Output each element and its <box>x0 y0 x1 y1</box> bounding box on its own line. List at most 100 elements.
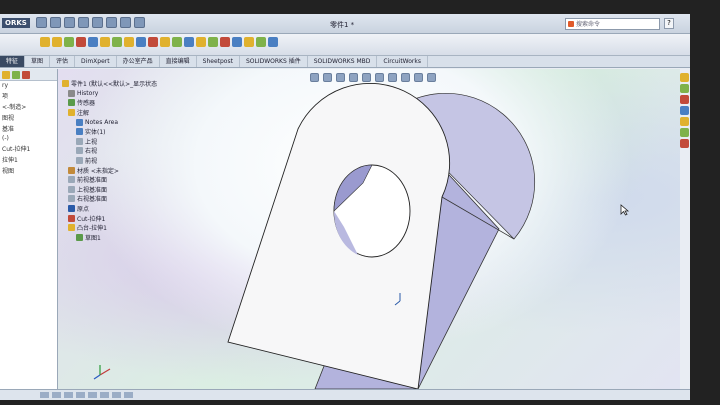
view-palette-icon[interactable] <box>680 106 689 115</box>
section-view-icon[interactable] <box>349 73 358 82</box>
reference-geometry-icon[interactable] <box>172 37 182 47</box>
sweep-icon[interactable] <box>64 37 74 47</box>
config-manager-icon[interactable] <box>22 71 30 79</box>
property-manager-icon[interactable] <box>12 71 20 79</box>
tab-circuitworks[interactable]: CircuitWorks <box>377 56 428 67</box>
tab-office-products[interactable]: 办公室产品 <box>117 56 160 67</box>
intersect-icon[interactable] <box>220 37 230 47</box>
left-panel-item[interactable]: 基准 <box>0 123 57 134</box>
taskbar-app-icon[interactable] <box>112 392 121 398</box>
left-panel-item[interactable]: (-) <box>0 134 57 143</box>
left-panel-item[interactable]: 视图 <box>0 165 57 176</box>
tab-solidworks-mbd[interactable]: SOLIDWORKS MBD <box>308 56 378 67</box>
shell-icon[interactable] <box>148 37 158 47</box>
open-file-icon[interactable] <box>50 17 61 28</box>
taskbar-app-icon[interactable] <box>52 392 61 398</box>
taskbar-app-icon[interactable] <box>124 392 133 398</box>
tab-evaluate[interactable]: 评估 <box>50 56 76 67</box>
tree-item[interactable]: 前视基准面 <box>62 175 172 185</box>
tree-item[interactable]: 原点 <box>62 204 172 214</box>
previous-view-icon[interactable] <box>336 73 345 82</box>
scene-icon[interactable] <box>414 73 423 82</box>
view-orientation-icon[interactable] <box>362 73 371 82</box>
hide-show-icon[interactable] <box>388 73 397 82</box>
left-panel-item[interactable]: Cut-拉伸1 <box>0 143 57 154</box>
tree-item[interactable]: 上视基准面 <box>62 185 172 195</box>
mirror-icon[interactable] <box>208 37 218 47</box>
tab-sketch[interactable]: 草图 <box>25 56 51 67</box>
draft-icon[interactable] <box>136 37 146 47</box>
custom-properties-icon[interactable] <box>680 128 689 137</box>
tree-item[interactable]: 右视基准面 <box>62 194 172 204</box>
tree-item[interactable]: 实体(1) <box>62 127 172 137</box>
zoom-area-icon[interactable] <box>323 73 332 82</box>
tab-solidworks-addins[interactable]: SOLIDWORKS 插件 <box>240 56 308 67</box>
boundary-icon[interactable] <box>268 37 278 47</box>
tree-item[interactable]: 右视 <box>62 146 172 156</box>
left-panel-item[interactable]: 项 <box>0 90 57 101</box>
tree-item[interactable]: 材质 <未指定> <box>62 165 172 175</box>
taskbar-app-icon[interactable] <box>76 392 85 398</box>
chamfer-icon[interactable] <box>232 37 242 47</box>
loft-icon[interactable] <box>256 37 266 47</box>
fillet-icon[interactable] <box>100 37 110 47</box>
save-icon[interactable] <box>64 17 75 28</box>
app-logo[interactable]: ORKS <box>2 18 30 28</box>
file-explorer-icon[interactable] <box>680 95 689 104</box>
extrude-boss-icon[interactable] <box>40 37 50 47</box>
pattern-icon[interactable] <box>112 37 122 47</box>
view-settings-icon[interactable] <box>427 73 436 82</box>
taskbar-app-icon[interactable] <box>64 392 73 398</box>
options-icon[interactable] <box>134 17 145 28</box>
tab-direct-editing[interactable]: 直接编辑 <box>160 56 197 67</box>
top-face[interactable] <box>227 82 451 389</box>
tree-item[interactable]: 上视 <box>62 137 172 147</box>
cut-icon[interactable] <box>76 37 86 47</box>
search-input[interactable]: 搜索命令 <box>565 18 660 30</box>
rib-icon[interactable] <box>124 37 134 47</box>
design-library-icon[interactable] <box>680 84 689 93</box>
taskbar-app-icon[interactable] <box>100 392 109 398</box>
help-button[interactable]: ? <box>664 18 674 29</box>
tree-item[interactable]: History <box>62 89 172 99</box>
print-icon[interactable] <box>78 17 89 28</box>
tree-item[interactable]: 前视 <box>62 156 172 166</box>
tree-item[interactable]: 草图1 <box>62 233 172 243</box>
graphics-area[interactable]: 零件1 (默认<<默认>_显示状态 History 传感器 注解 Notes A… <box>58 69 680 389</box>
feature-manager-icon[interactable] <box>2 71 10 79</box>
appearances-icon[interactable] <box>680 117 689 126</box>
taskbar-app-icon[interactable] <box>88 392 97 398</box>
left-panel-item[interactable]: <-制造> <box>0 101 57 112</box>
zoom-to-fit-icon[interactable] <box>310 73 319 82</box>
undo-icon[interactable] <box>92 17 103 28</box>
forum-icon[interactable] <box>680 139 689 148</box>
left-panel-item[interactable]: ry <box>0 81 57 90</box>
taskbar-app-icon[interactable] <box>40 392 49 398</box>
tab-features[interactable]: 特征 <box>0 56 26 67</box>
tree-item[interactable]: 注解 <box>62 108 172 118</box>
tab-sheetpost[interactable]: Sheetpost <box>197 56 240 67</box>
tree-root[interactable]: 零件1 (默认<<默认>_显示状态 <box>62 79 172 89</box>
left-panel-item[interactable]: 图视 <box>0 112 57 123</box>
left-panel-item[interactable]: 拉伸1 <box>0 154 57 165</box>
display-style-icon[interactable] <box>375 73 384 82</box>
tree-item[interactable]: Cut-拉伸1 <box>62 213 172 223</box>
appearance-icon[interactable] <box>401 73 410 82</box>
select-icon[interactable] <box>106 17 117 28</box>
tree-item[interactable]: Notes Area <box>62 117 172 127</box>
resources-icon[interactable] <box>680 73 689 82</box>
rebuild-icon[interactable] <box>120 17 131 28</box>
curves-icon[interactable] <box>184 37 194 47</box>
revolve-boss-icon[interactable] <box>52 37 62 47</box>
wrap-icon[interactable] <box>160 37 170 47</box>
left-panel: ry 项 <-制造> 图视 基准 (-) Cut-拉伸1 拉伸1 视图 <box>0 69 58 396</box>
tree-item[interactable]: 传感器 <box>62 98 172 108</box>
hole-wizard-icon[interactable] <box>88 37 98 47</box>
plane-icon <box>76 137 83 145</box>
instant3d-icon[interactable] <box>196 37 206 47</box>
tab-dimxpert[interactable]: DimXpert <box>75 56 117 67</box>
dome-icon[interactable] <box>244 37 254 47</box>
new-file-icon[interactable] <box>36 17 47 28</box>
tree-item[interactable]: 凸台-拉伸1 <box>62 223 172 233</box>
solidworks-window: ORKS 零件1 * 搜索命令 ? 特征 草图 评估 DimXpert 办公室产… <box>0 14 690 400</box>
